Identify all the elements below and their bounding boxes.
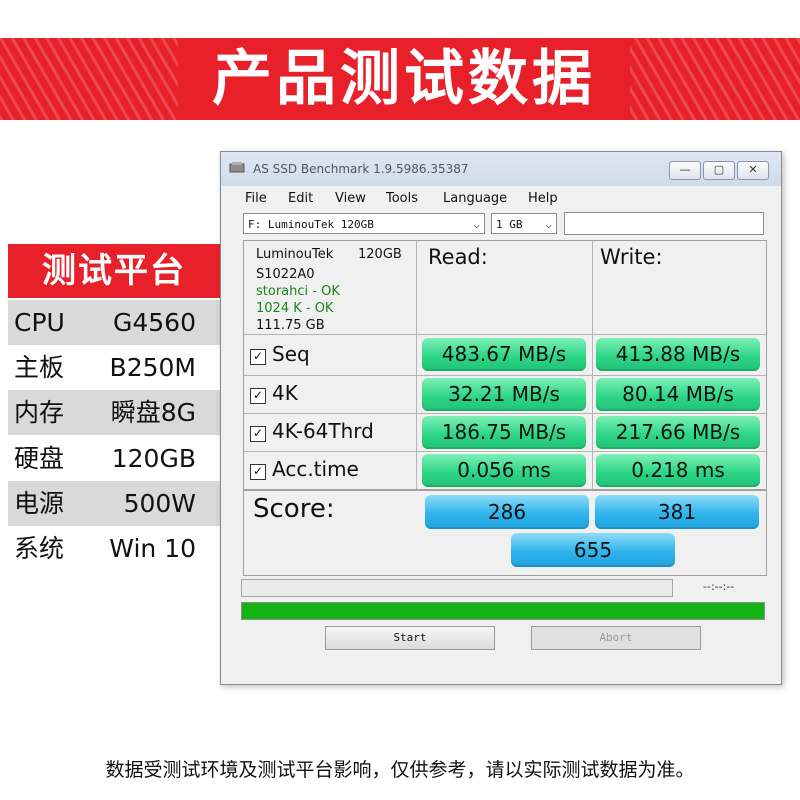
test-row-4k[interactable]: ✓ 4K bbox=[250, 381, 298, 405]
test-label: Acc.time bbox=[272, 457, 359, 481]
status-text-field[interactable] bbox=[564, 212, 764, 235]
maximize-button[interactable]: ▢ bbox=[703, 161, 735, 180]
spec-key: 内存 bbox=[14, 398, 65, 427]
spec-value: Win 10 bbox=[109, 534, 196, 563]
spec-key: CPU bbox=[14, 308, 65, 337]
acc-read-value: 0.056 ms bbox=[422, 454, 586, 487]
checkbox-checked-icon[interactable]: ✓ bbox=[250, 464, 266, 480]
chevron-down-icon: ⌵ bbox=[473, 218, 480, 231]
grid-divider bbox=[244, 413, 766, 414]
seq-read-value: 483.67 MB/s bbox=[422, 338, 586, 371]
4k64-write-value: 217.66 MB/s bbox=[596, 416, 760, 449]
4k-write-value: 80.14 MB/s bbox=[596, 378, 760, 411]
overall-progress-bar bbox=[241, 602, 765, 620]
spec-row-psu: 电源 500W bbox=[8, 481, 220, 526]
window-title: AS SSD Benchmark 1.9.5986.35387 bbox=[253, 162, 469, 176]
checkbox-checked-icon[interactable]: ✓ bbox=[250, 388, 266, 404]
drive-model: LuminouTek bbox=[256, 247, 334, 262]
test-row-acc-time[interactable]: ✓ Acc.time bbox=[250, 457, 359, 481]
drive-select[interactable]: F: LuminouTek 120GB ⌵ bbox=[243, 213, 485, 234]
abort-button: Abort bbox=[531, 626, 701, 650]
title-bar[interactable]: AS SSD Benchmark 1.9.5986.35387 — ▢ ✕ bbox=[221, 152, 781, 186]
menu-view[interactable]: View bbox=[335, 191, 366, 206]
grid-divider bbox=[244, 334, 766, 335]
test-label: 4K bbox=[272, 381, 298, 405]
progress-fill bbox=[242, 603, 764, 619]
acc-write-value: 0.218 ms bbox=[596, 454, 760, 487]
benchmark-window: AS SSD Benchmark 1.9.5986.35387 — ▢ ✕ Fi… bbox=[220, 151, 782, 685]
alignment-status: 1024 K - OK bbox=[256, 301, 334, 316]
spec-key: 硬盘 bbox=[14, 444, 65, 473]
spec-value: B250M bbox=[109, 353, 196, 382]
banner-title: 产品测试数据 bbox=[212, 44, 596, 114]
score-read-value: 286 bbox=[425, 495, 589, 529]
test-row-4k-64thrd[interactable]: ✓ 4K-64Thrd bbox=[250, 419, 374, 443]
write-column-header: Write: bbox=[600, 245, 663, 269]
test-label: Seq bbox=[272, 342, 310, 366]
spec-row-memory: 内存 瞬盘8G bbox=[8, 390, 220, 435]
spec-key: 系统 bbox=[14, 534, 65, 563]
header-banner: 产品测试数据 bbox=[0, 38, 800, 120]
menu-file[interactable]: File bbox=[245, 191, 267, 206]
test-row-seq[interactable]: ✓ Seq bbox=[250, 342, 310, 366]
score-total-value: 655 bbox=[511, 533, 675, 567]
spec-row-cpu: CPU G4560 bbox=[8, 300, 220, 345]
spec-row-motherboard: 主板 B250M bbox=[8, 345, 220, 390]
test-label: 4K-64Thrd bbox=[272, 419, 374, 443]
size-select[interactable]: 1 GB ⌵ bbox=[491, 213, 557, 234]
drive-size: 111.75 GB bbox=[256, 318, 325, 333]
drive-capacity: 120GB bbox=[358, 247, 402, 262]
driver-status: storahci - OK bbox=[256, 284, 340, 299]
spec-value: 120GB bbox=[111, 444, 196, 473]
start-button[interactable]: Start bbox=[325, 626, 495, 650]
elapsed-time: --:--:-- bbox=[703, 580, 735, 593]
menu-tools[interactable]: Tools bbox=[386, 191, 418, 206]
results-grid: LuminouTek 120GB S1022A0 storahci - OK 1… bbox=[243, 240, 767, 490]
menu-language[interactable]: Language bbox=[443, 191, 507, 206]
menu-help[interactable]: Help bbox=[528, 191, 558, 206]
grid-divider bbox=[244, 375, 766, 376]
grid-divider bbox=[244, 451, 766, 452]
4k64-read-value: 186.75 MB/s bbox=[422, 416, 586, 449]
disclaimer-note: 数据受测试环境及测试平台影响，仅供参考，请以实际测试数据为准。 bbox=[105, 759, 695, 781]
spec-key: 电源 bbox=[14, 489, 65, 518]
spec-key: 主板 bbox=[14, 353, 65, 382]
read-column-header: Read: bbox=[428, 245, 488, 269]
close-button[interactable]: ✕ bbox=[737, 161, 769, 180]
spec-value: 瞬盘8G bbox=[110, 398, 196, 427]
spec-row-os: 系统 Win 10 bbox=[8, 526, 220, 571]
spec-value: 500W bbox=[123, 489, 196, 518]
spec-row-disk: 硬盘 120GB bbox=[8, 436, 220, 481]
size-select-value: 1 GB bbox=[496, 218, 523, 231]
drive-select-value: F: LuminouTek 120GB bbox=[248, 218, 374, 231]
test-progress-bar bbox=[241, 579, 673, 597]
spec-value: G4560 bbox=[113, 308, 196, 337]
4k-read-value: 32.21 MB/s bbox=[422, 378, 586, 411]
menu-edit[interactable]: Edit bbox=[288, 191, 313, 206]
seq-write-value: 413.88 MB/s bbox=[596, 338, 760, 371]
app-drive-icon bbox=[229, 162, 245, 173]
minimize-button[interactable]: — bbox=[669, 161, 701, 180]
checkbox-checked-icon[interactable]: ✓ bbox=[250, 426, 266, 442]
menu-bar: File Edit View Tools Language Help bbox=[221, 188, 781, 210]
score-write-value: 381 bbox=[595, 495, 759, 529]
score-label: Score: bbox=[253, 494, 335, 524]
checkbox-checked-icon[interactable]: ✓ bbox=[250, 349, 266, 365]
spec-heading: 测试平台 bbox=[8, 244, 220, 298]
drive-firmware: S1022A0 bbox=[256, 267, 315, 282]
chevron-down-icon: ⌵ bbox=[545, 218, 552, 231]
